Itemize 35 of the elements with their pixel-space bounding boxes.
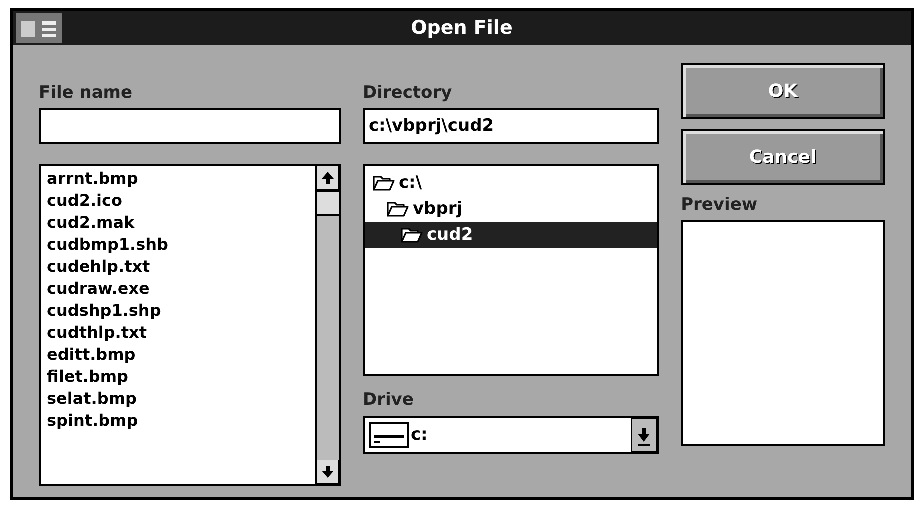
scroll-down-icon[interactable]: [316, 460, 339, 484]
file-list-item[interactable]: arrnt.bmp: [47, 168, 309, 190]
file-list-item[interactable]: cudraw.exe: [47, 278, 309, 300]
file-list-item[interactable]: cudbmp1.shb: [47, 234, 309, 256]
drive-icon: [368, 422, 409, 448]
drive-dropdown[interactable]: c:: [362, 416, 660, 454]
file-list-item[interactable]: spint.bmp: [47, 410, 309, 432]
file-list-item[interactable]: cudthlp.txt: [47, 322, 309, 344]
scroll-up-icon[interactable]: [316, 166, 339, 190]
dropdown-arrow-icon[interactable]: [631, 418, 658, 452]
folder-icon: [386, 201, 409, 218]
file-list-item[interactable]: selat.bmp: [47, 388, 309, 410]
file-list[interactable]: arrnt.bmp cud2.ico cud2.mak cudbmp1.shb cudehlp.txt cudraw.exe cudshp1.shp cudthlp.txt editt.bmp filet.bmp selat.bmp spint.bmp: [39, 164, 341, 486]
directory-label: Directory: [362, 83, 454, 104]
directory-item[interactable]: c:\: [364, 170, 658, 196]
scrollbar[interactable]: [314, 166, 339, 484]
directory-item[interactable]: vbprj: [364, 196, 658, 222]
directory-item[interactable]: cud2: [364, 222, 658, 248]
window-title: Open File: [410, 16, 514, 41]
file-list-item[interactable]: editt.bmp: [47, 344, 309, 366]
open-folder-icon: [400, 227, 423, 244]
drive-label: Drive: [362, 390, 414, 410]
file-name-field[interactable]: [39, 108, 341, 144]
file-list-item[interactable]: cudehlp.txt: [47, 256, 309, 278]
directory-field[interactable]: c:\vbprj\cud2: [362, 108, 660, 144]
scroll-thumb[interactable]: [316, 190, 339, 216]
file-list-item[interactable]: cud2.ico: [47, 190, 309, 212]
file-list-item[interactable]: cudshp1.shp: [47, 300, 309, 322]
control-menu-icon[interactable]: [16, 13, 62, 43]
file-list-item[interactable]: cud2.mak: [47, 212, 309, 234]
file-list-item[interactable]: filet.bmp: [47, 366, 309, 388]
file-name-label: File name: [39, 83, 134, 104]
folder-icon: [372, 175, 395, 192]
preview-label: Preview: [681, 195, 759, 216]
directory-tree[interactable]: c:\ vbprj cud2: [362, 164, 660, 376]
